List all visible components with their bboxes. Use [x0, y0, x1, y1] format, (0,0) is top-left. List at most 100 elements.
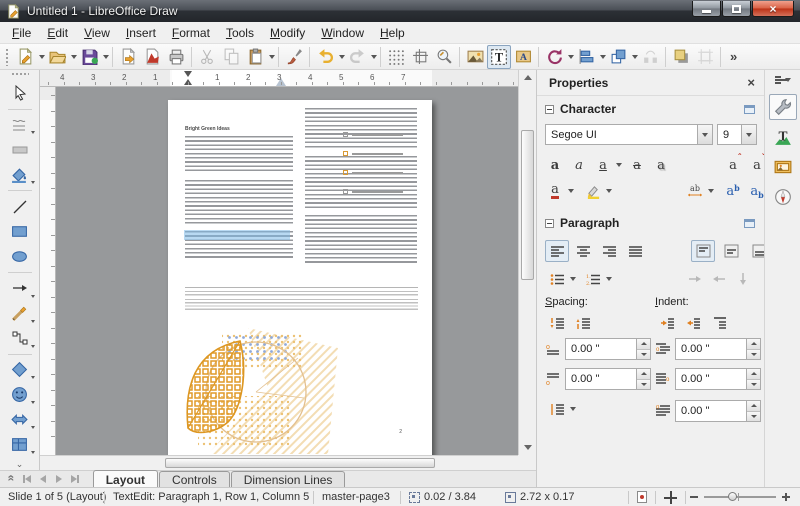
character-spacing-button[interactable]: ab: [683, 180, 707, 202]
menu-modify[interactable]: Modify: [262, 23, 313, 43]
first-page-button[interactable]: [20, 473, 34, 485]
lines-and-arrows-tool[interactable]: [5, 277, 35, 300]
menu-tools[interactable]: Tools: [218, 23, 262, 43]
align-left-button[interactable]: [545, 240, 569, 262]
bold-button[interactable]: a: [543, 154, 567, 176]
navigator-deck-icon[interactable]: [769, 184, 797, 210]
horizontal-scroll-thumb[interactable]: [165, 458, 435, 468]
title-bar[interactable]: Untitled 1 - LibreOffice Draw ×: [0, 0, 800, 22]
new-document-button[interactable]: [13, 45, 37, 69]
menu-view[interactable]: View: [76, 23, 118, 43]
bullet-list-dropdown[interactable]: [570, 277, 576, 281]
font-color-button[interactable]: a: [543, 180, 567, 202]
paint-can-tool[interactable]: [5, 163, 35, 186]
vertical-scrollbar[interactable]: [518, 70, 536, 455]
zoom-in-icon[interactable]: [782, 493, 790, 501]
bullet-list-button[interactable]: [545, 268, 569, 290]
zoom-slider-thumb[interactable]: [728, 492, 737, 501]
insert-image-button[interactable]: [463, 45, 487, 69]
zoom-out-icon[interactable]: [690, 496, 698, 498]
horizontal-scrollbar[interactable]: [40, 455, 518, 470]
document-page[interactable]: Bright Green Ideas: [168, 100, 432, 455]
shadow-text-button[interactable]: a: [649, 154, 673, 176]
italic-button[interactable]: a: [567, 154, 591, 176]
last-page-button[interactable]: [68, 473, 82, 485]
curves-and-polygons-tool[interactable]: [5, 302, 35, 325]
next-page-button[interactable]: [52, 473, 66, 485]
vertical-scroll-thumb[interactable]: [521, 130, 534, 280]
undo-button[interactable]: [313, 45, 337, 69]
master-page-info[interactable]: master-page3: [314, 491, 400, 503]
tab-layout[interactable]: Layout: [93, 470, 158, 487]
align-right-button[interactable]: [597, 240, 621, 262]
menu-format[interactable]: Format: [164, 23, 218, 43]
clone-formatting-button[interactable]: [282, 45, 306, 69]
export-button[interactable]: [116, 45, 140, 69]
selected-paragraph[interactable]: [185, 231, 293, 259]
paragraph-collapse-icon[interactable]: [545, 219, 554, 228]
arrange-button[interactable]: [606, 45, 630, 69]
styles-deck-icon[interactable]: T: [769, 124, 797, 150]
strikethrough-button[interactable]: a: [625, 154, 649, 176]
select-tool[interactable]: [5, 82, 35, 105]
infographic-drawing[interactable]: [178, 328, 338, 454]
properties-deck-icon[interactable]: [769, 94, 797, 120]
tab-controls[interactable]: Controls: [159, 471, 230, 487]
save-button[interactable]: [77, 45, 101, 69]
export-pdf-button[interactable]: [140, 45, 164, 69]
scroll-up-arrow[interactable]: [524, 75, 532, 80]
sidebar-close-icon[interactable]: ×: [747, 75, 755, 90]
align-objects-button[interactable]: [574, 45, 598, 69]
highlight-color-button[interactable]: [581, 180, 605, 202]
line-spacing-dropdown[interactable]: [570, 407, 576, 411]
menu-help[interactable]: Help: [372, 23, 413, 43]
spacing-above-stepper[interactable]: [636, 338, 651, 360]
decrease-indent-button[interactable]: [681, 312, 705, 334]
zoom-button[interactable]: [432, 45, 456, 69]
gallery-deck-icon[interactable]: [769, 154, 797, 180]
indent-first-line-field[interactable]: 0.00 ": [675, 400, 761, 422]
font-color-dropdown[interactable]: [568, 189, 574, 193]
rectangle-tool[interactable]: [5, 220, 35, 243]
line-spacing-button[interactable]: [545, 398, 569, 420]
menu-edit[interactable]: Edit: [39, 23, 76, 43]
menu-file[interactable]: File: [4, 23, 39, 43]
indent-marker-top[interactable]: [184, 71, 192, 77]
insert-line-tool[interactable]: [5, 195, 35, 218]
highlight-color-dropdown[interactable]: [606, 189, 612, 193]
save-dropdown-arrow[interactable]: [103, 55, 109, 59]
basic-shapes-tool[interactable]: [5, 358, 35, 381]
numbered-list-button[interactable]: 1.2.: [581, 268, 605, 290]
shadow-button[interactable]: [669, 45, 693, 69]
character-collapse-icon[interactable]: [545, 105, 554, 114]
indent-after-stepper[interactable]: [746, 368, 761, 390]
toolbar-overflow-button[interactable]: »: [730, 49, 737, 64]
increase-font-size-button[interactable]: aˆ: [721, 154, 745, 176]
redo-dropdown-arrow[interactable]: [371, 55, 377, 59]
paragraph-dialog-launcher-icon[interactable]: [744, 219, 755, 228]
vertical-ruler[interactable]: [40, 87, 56, 455]
helplines-button[interactable]: [408, 45, 432, 69]
font-size-dropdown[interactable]: [741, 125, 756, 144]
paste-button[interactable]: [243, 45, 267, 69]
toolbox-grab-handle[interactable]: [11, 72, 29, 77]
superscript-button[interactable]: ab: [721, 180, 745, 202]
close-button[interactable]: ×: [752, 1, 794, 17]
underline-dropdown[interactable]: [616, 163, 622, 167]
indent-before-field[interactable]: 0.00 ": [675, 338, 761, 360]
tab-dimension-lines[interactable]: Dimension Lines: [231, 471, 346, 487]
open-button[interactable]: [45, 45, 69, 69]
indent-first-line-stepper[interactable]: [746, 400, 761, 422]
minimize-button[interactable]: [692, 1, 721, 17]
font-name-combobox[interactable]: Segoe UI: [545, 124, 713, 145]
ellipse-tool[interactable]: [5, 245, 35, 268]
decrease-spacing-button[interactable]: [571, 312, 595, 334]
numbered-list-dropdown[interactable]: [606, 277, 612, 281]
fit-slide-icon[interactable]: [664, 491, 677, 504]
insert-text-box-button[interactable]: T: [487, 45, 511, 69]
spacing-above-field[interactable]: 0.00 ": [565, 338, 651, 360]
horizontal-ruler[interactable]: 43211234567: [40, 70, 518, 87]
toolbar-grab-handle[interactable]: [5, 48, 10, 66]
indent-after-field[interactable]: 0.00 ": [675, 368, 761, 390]
font-size-combobox[interactable]: 9: [717, 124, 757, 145]
